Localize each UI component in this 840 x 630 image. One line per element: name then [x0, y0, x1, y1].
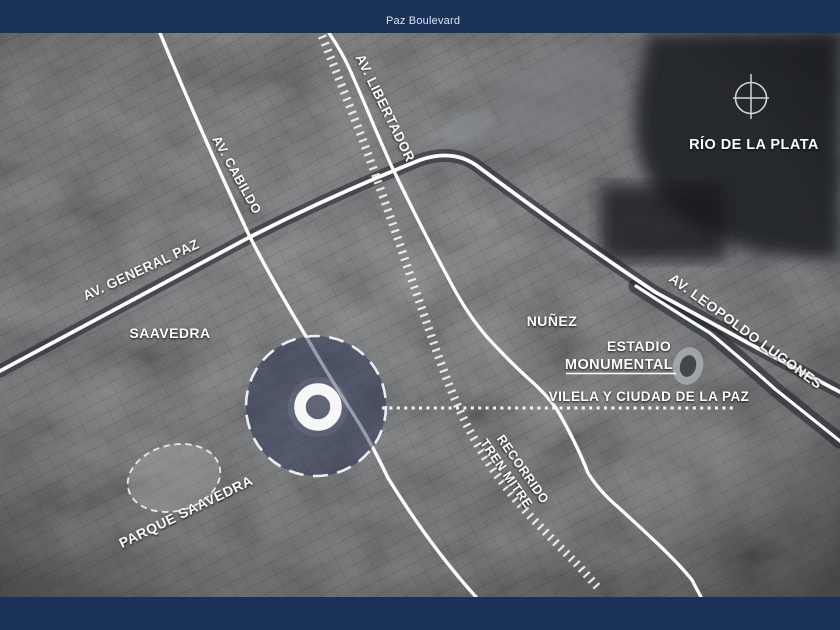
slide-title: Paz Boulevard [386, 15, 461, 27]
label-nunez: NUÑEZ [527, 312, 577, 329]
satellite-map: AV. LIBERTADOR AV. CABILDO AV. GENERAL P… [0, 33, 840, 597]
label-estadio: ESTADIO [607, 338, 671, 354]
label-vilela-ciudad-de-la-paz: VILELA Y CIUDAD DE LA PAZ [549, 389, 750, 404]
label-saavedra: SAAVEDRA [129, 325, 210, 341]
map-canvas: AV. LIBERTADOR AV. CABILDO AV. GENERAL P… [0, 33, 840, 597]
top-border-bar: Paz Boulevard [0, 0, 840, 33]
slide: Paz Boulevard AV. LIBERTADOR AV. CABILDO… [0, 0, 840, 630]
label-monumental: MONUMENTAL [565, 357, 673, 373]
bottom-border-bar [0, 597, 840, 630]
label-rio-de-la-plata: RÍO DE LA PLATA [689, 136, 819, 153]
